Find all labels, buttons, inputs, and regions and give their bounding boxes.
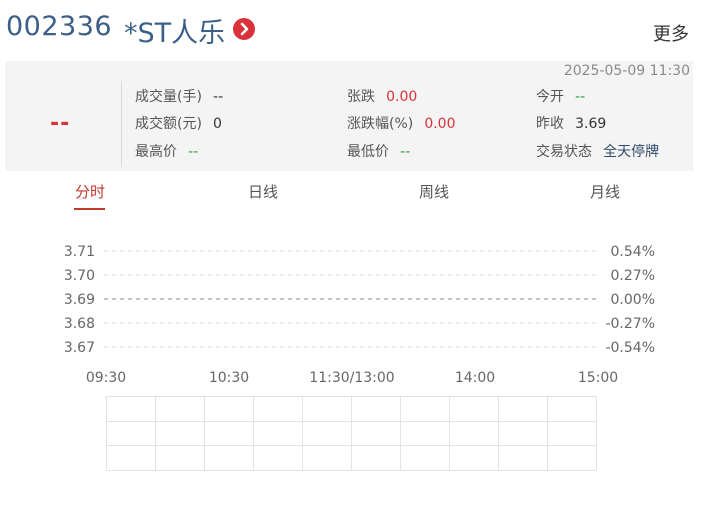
price-tick-label: 3.69 — [64, 292, 95, 308]
volume-grid-cell — [351, 420, 401, 447]
price-tick-label: 3.70 — [64, 268, 95, 284]
volume-grid-cell — [106, 420, 156, 447]
volume-grid-cell — [302, 396, 352, 422]
time-tick-label: 14:00 — [455, 370, 495, 386]
price-tick-label: 3.68 — [64, 316, 95, 332]
volume-grid-cell — [498, 396, 548, 422]
pct-tick-label: 0.00% — [611, 292, 655, 308]
volume-grid — [106, 396, 597, 471]
volume-grid-cell — [449, 420, 499, 447]
time-tick-label: 15:00 — [578, 370, 618, 386]
volume-grid-cell — [106, 445, 156, 471]
volume-grid-cell — [302, 445, 352, 471]
volume-grid-cell — [253, 420, 303, 447]
volume-grid-cell — [155, 396, 205, 422]
volume-grid-cell — [400, 396, 450, 422]
time-tick-label: 11:30/13:00 — [309, 370, 394, 386]
volume-grid-cell — [204, 396, 254, 422]
volume-grid-cell — [155, 445, 205, 471]
time-tick-label: 10:30 — [209, 370, 249, 386]
volume-grid-cell — [449, 396, 499, 422]
pct-tick-label: 0.54% — [611, 244, 655, 260]
pct-tick-label: -0.54% — [605, 340, 655, 356]
volume-grid-cell — [498, 420, 548, 447]
volume-grid-cell — [204, 445, 254, 471]
volume-grid-row — [106, 420, 597, 447]
volume-grid-row — [106, 445, 597, 471]
volume-grid-cell — [400, 445, 450, 471]
volume-grid-cell — [253, 445, 303, 471]
volume-grid-cell — [155, 420, 205, 447]
volume-grid-cell — [547, 396, 597, 422]
volume-grid-cell — [547, 420, 597, 447]
volume-grid-cell — [204, 420, 254, 447]
time-tick-label: 09:30 — [86, 370, 126, 386]
intraday-chart: 3.71 0.54% 3.70 0.27% 3.69 0.00% 3.68 -0.27% 3.6… — [64, 244, 655, 386]
volume-grid-cell — [547, 445, 597, 471]
pct-tick-label: 0.27% — [611, 268, 655, 284]
volume-grid-cell — [106, 396, 156, 422]
volume-grid-cell — [351, 445, 401, 471]
volume-grid-cell — [498, 445, 548, 471]
volume-grid-cell — [400, 420, 450, 447]
volume-grid-cell — [351, 396, 401, 422]
volume-grid-row — [106, 396, 597, 422]
price-tick-label: 3.71 — [64, 244, 95, 260]
volume-grid-cell — [302, 420, 352, 447]
volume-grid-cell — [253, 396, 303, 422]
volume-grid-cell — [449, 445, 499, 471]
price-tick-label: 3.67 — [64, 340, 95, 356]
pct-tick-label: -0.27% — [605, 316, 655, 332]
